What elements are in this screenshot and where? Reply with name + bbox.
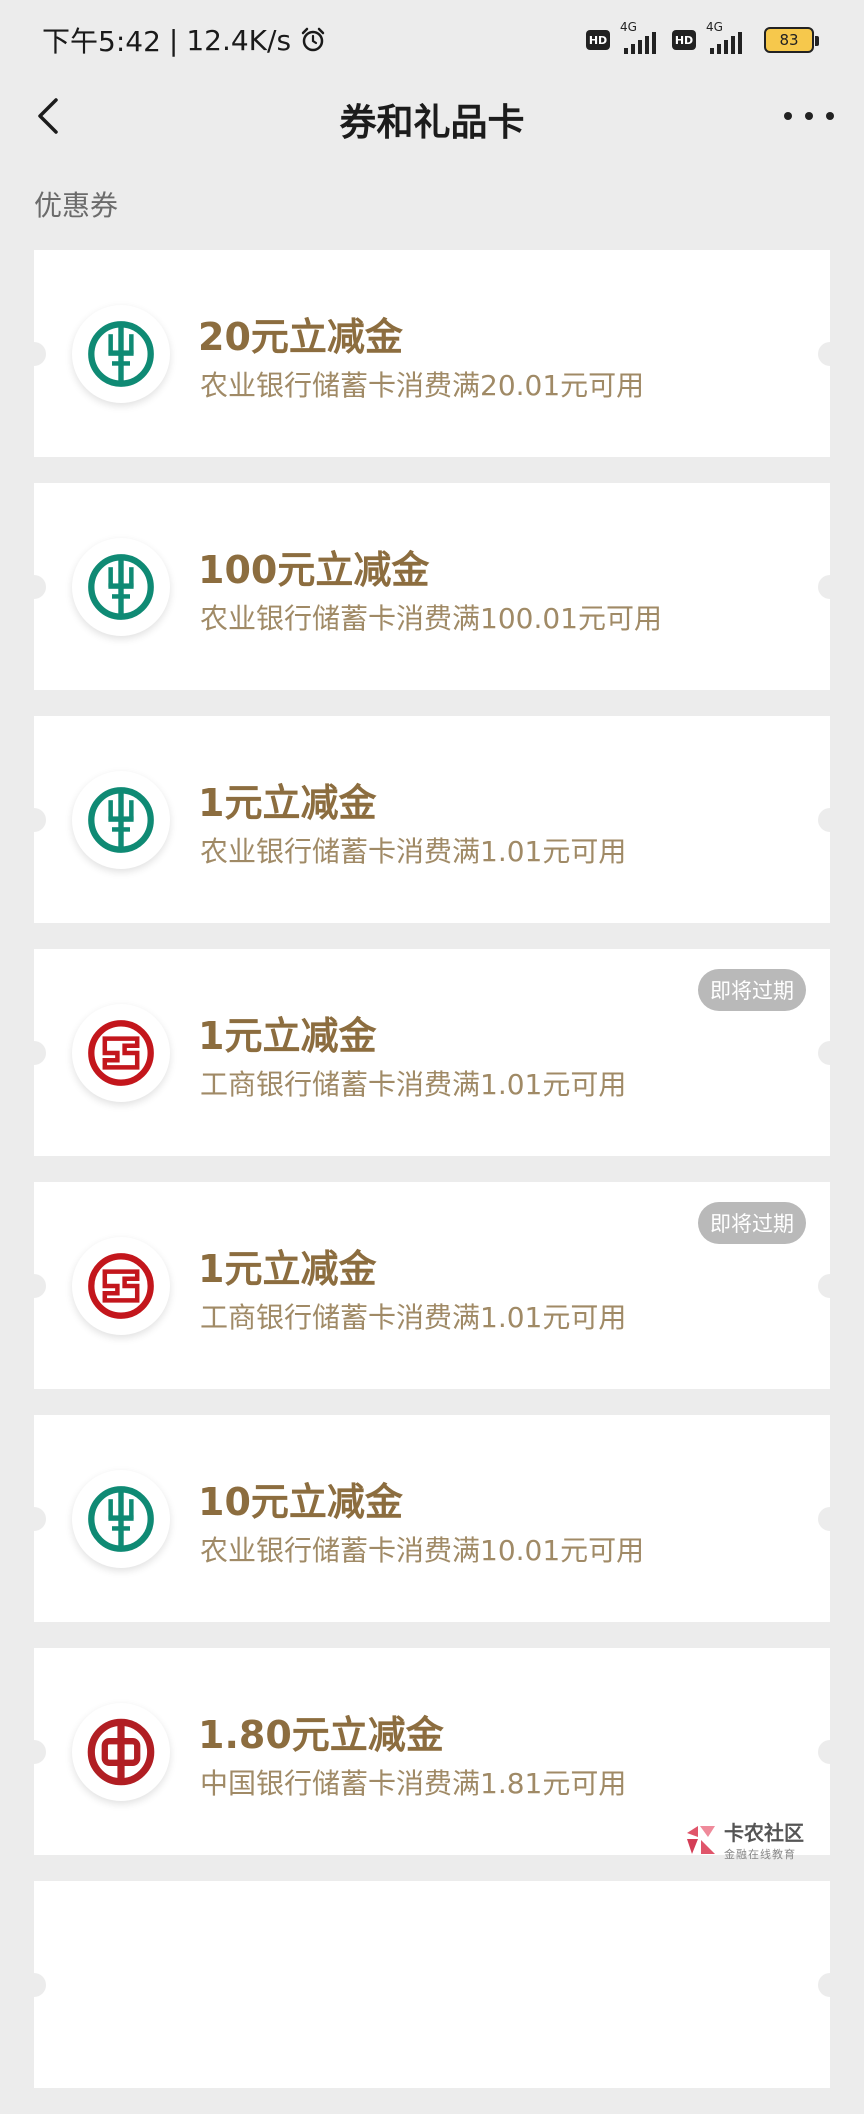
coupon-title: 1.80元立减金: [198, 1713, 444, 1757]
watermark-main: 卡农社区: [724, 1821, 804, 1845]
coupon-card[interactable]: [22, 1881, 842, 2088]
hd-badge-sim2: HD: [672, 30, 696, 50]
more-dot: [784, 112, 792, 120]
abc-bank-logo-icon: [72, 1470, 170, 1568]
watermark-logo-icon: [687, 1825, 715, 1854]
coupon-title: 1元立减金: [198, 1014, 377, 1058]
battery-level: 83: [779, 31, 799, 49]
coupon-title: 10元立减金: [198, 1480, 403, 1524]
coupon-card[interactable]: 20元立减金农业银行储蓄卡消费满20.01元可用: [22, 250, 842, 457]
status-bar: 下午5:42 | 12.4K/s HD 4G HD 4G 83: [0, 0, 864, 80]
status-time: 下午5:42: [42, 25, 161, 58]
section-label-coupons: 优惠券: [34, 189, 119, 222]
watermark-sub: 金融在线教育: [724, 1848, 796, 1861]
coupon-description: 农业银行储蓄卡消费满100.01元可用: [200, 602, 662, 635]
watermark-text: 卡农社区 金融在线教育: [724, 1817, 804, 1862]
battery-icon: 83: [764, 27, 819, 53]
watermark: 卡农社区 金融在线教育: [684, 1817, 804, 1862]
coupon-card[interactable]: 1元立减金农业银行储蓄卡消费满1.01元可用: [22, 716, 842, 923]
hd-badge-sim1: HD: [586, 30, 610, 50]
coupon-description: 工商银行储蓄卡消费满1.01元可用: [200, 1068, 627, 1101]
coupon-description: 农业银行储蓄卡消费满1.01元可用: [200, 835, 627, 868]
more-button[interactable]: [784, 100, 834, 132]
coupon-description: 工商银行储蓄卡消费满1.01元可用: [200, 1301, 627, 1334]
coupon-card[interactable]: 10元立减金农业银行储蓄卡消费满10.01元可用: [22, 1415, 842, 1622]
signal-sim2-icon: 4G: [704, 20, 750, 56]
coupon-card[interactable]: 100元立减金农业银行储蓄卡消费满100.01元可用: [22, 483, 842, 690]
status-separator: |: [168, 23, 179, 57]
coupon-description: 农业银行储蓄卡消费满10.01元可用: [200, 1534, 645, 1567]
status-left: 下午5:42 | 12.4K/s: [42, 20, 327, 60]
icbc-bank-logo-icon: [72, 1004, 170, 1102]
abc-bank-logo-icon: [72, 538, 170, 636]
coupon-title: 20元立减金: [198, 315, 403, 359]
expiring-soon-badge: 即将过期: [698, 969, 806, 1011]
nav-header: 券和礼品卡: [0, 80, 864, 152]
coupon-description: 农业银行储蓄卡消费满20.01元可用: [200, 369, 645, 402]
coupon-card[interactable]: 1元立减金工商银行储蓄卡消费满1.01元可用 即将过期: [22, 949, 842, 1156]
alarm-clock-icon: [301, 27, 325, 52]
coupon-title: 1元立减金: [198, 781, 377, 825]
page-title: 券和礼品卡: [339, 101, 525, 144]
coupon-description: 中国银行储蓄卡消费满1.81元可用: [200, 1767, 627, 1800]
status-right: HD 4G HD 4G 83: [586, 20, 819, 56]
more-dot: [805, 112, 813, 120]
boc-bank-logo-icon: [72, 1703, 170, 1801]
expiring-soon-badge: 即将过期: [698, 1202, 806, 1244]
more-dot: [826, 112, 834, 120]
signal-sim1-icon: 4G: [618, 20, 664, 56]
coupon-title: 1元立减金: [198, 1247, 377, 1291]
coupon-card[interactable]: 1元立减金工商银行储蓄卡消费满1.01元可用 即将过期: [22, 1182, 842, 1389]
icbc-bank-logo-icon: [72, 1237, 170, 1335]
network-speed: 12.4K/s: [186, 23, 292, 57]
abc-bank-logo-icon: [72, 305, 170, 403]
abc-bank-logo-icon: [72, 771, 170, 869]
coupon-title: 100元立减金: [198, 548, 430, 592]
